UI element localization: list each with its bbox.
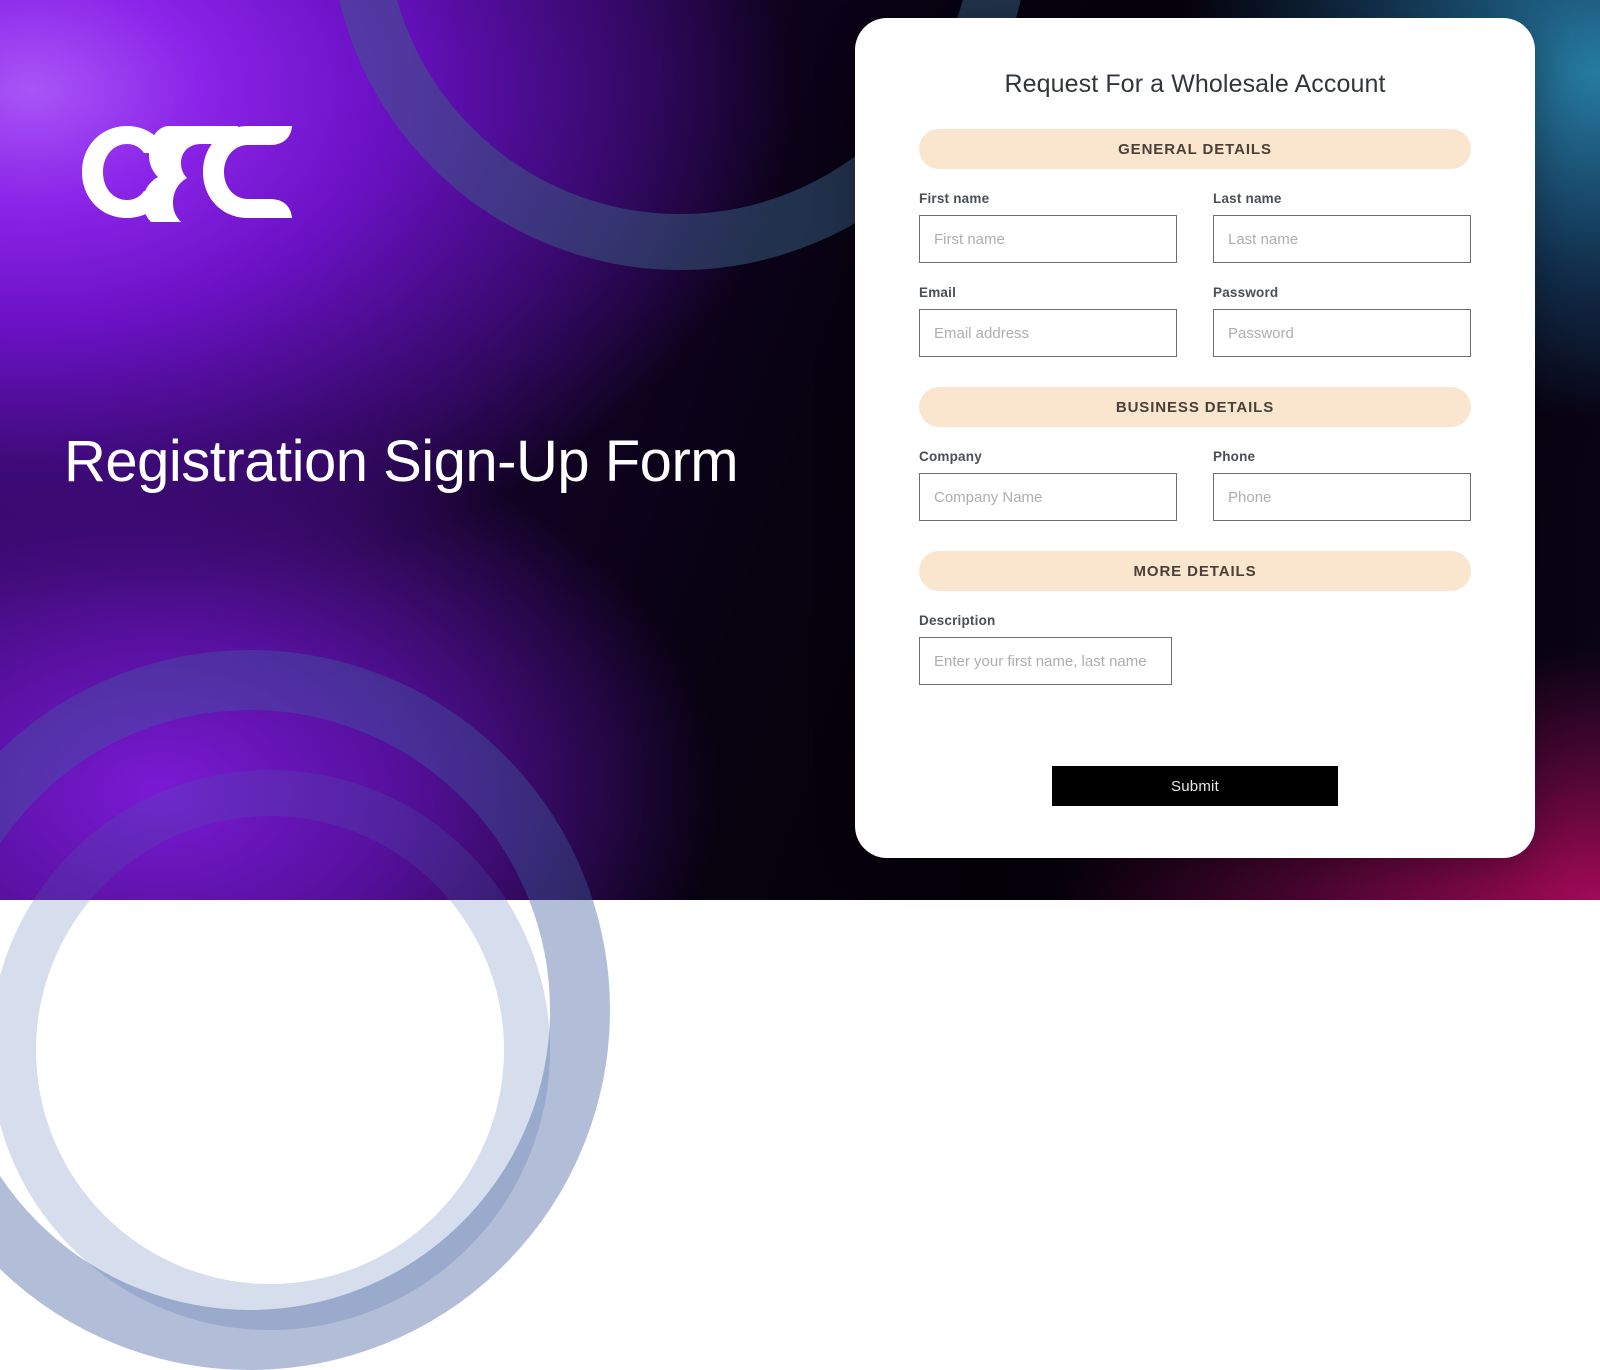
field-description: Description — [919, 613, 1172, 685]
first-name-label: First name — [919, 191, 1177, 206]
password-input[interactable] — [1213, 309, 1471, 357]
submit-row: Submit — [919, 766, 1471, 806]
company-input[interactable] — [919, 473, 1177, 521]
first-name-input[interactable] — [919, 215, 1177, 263]
form-row-name: First name Last name — [919, 191, 1471, 263]
field-description-spacer — [1208, 613, 1471, 685]
email-input[interactable] — [919, 309, 1177, 357]
field-password: Password — [1213, 285, 1471, 357]
last-name-input[interactable] — [1213, 215, 1471, 263]
submit-button[interactable]: Submit — [1052, 766, 1338, 806]
hero-panel: Registration Sign-Up Form — [0, 0, 840, 900]
email-label: Email — [919, 285, 1177, 300]
form-row-description: Description — [919, 613, 1471, 685]
field-first-name: First name — [919, 191, 1177, 263]
section-header-general-details: GENERAL DETAILS — [919, 129, 1471, 169]
form-title: Request For a Wholesale Account — [919, 18, 1471, 99]
company-label: Company — [919, 449, 1177, 464]
registration-form-card: Request For a Wholesale Account GENERAL … — [855, 18, 1535, 858]
form-row-business: Company Phone — [919, 449, 1471, 521]
section-header-business-details: BUSINESS DETAILS — [919, 387, 1471, 427]
last-name-label: Last name — [1213, 191, 1471, 206]
field-email: Email — [919, 285, 1177, 357]
section-header-more-details: MORE DETAILS — [919, 551, 1471, 591]
password-label: Password — [1213, 285, 1471, 300]
osc-logo-icon — [80, 122, 300, 222]
field-last-name: Last name — [1213, 191, 1471, 263]
field-company: Company — [919, 449, 1177, 521]
description-input[interactable] — [919, 637, 1172, 685]
phone-label: Phone — [1213, 449, 1471, 464]
phone-input[interactable] — [1213, 473, 1471, 521]
page-title: Registration Sign-Up Form — [64, 428, 738, 495]
description-label: Description — [919, 613, 1172, 628]
field-phone: Phone — [1213, 449, 1471, 521]
form-row-credentials: Email Password — [919, 285, 1471, 357]
